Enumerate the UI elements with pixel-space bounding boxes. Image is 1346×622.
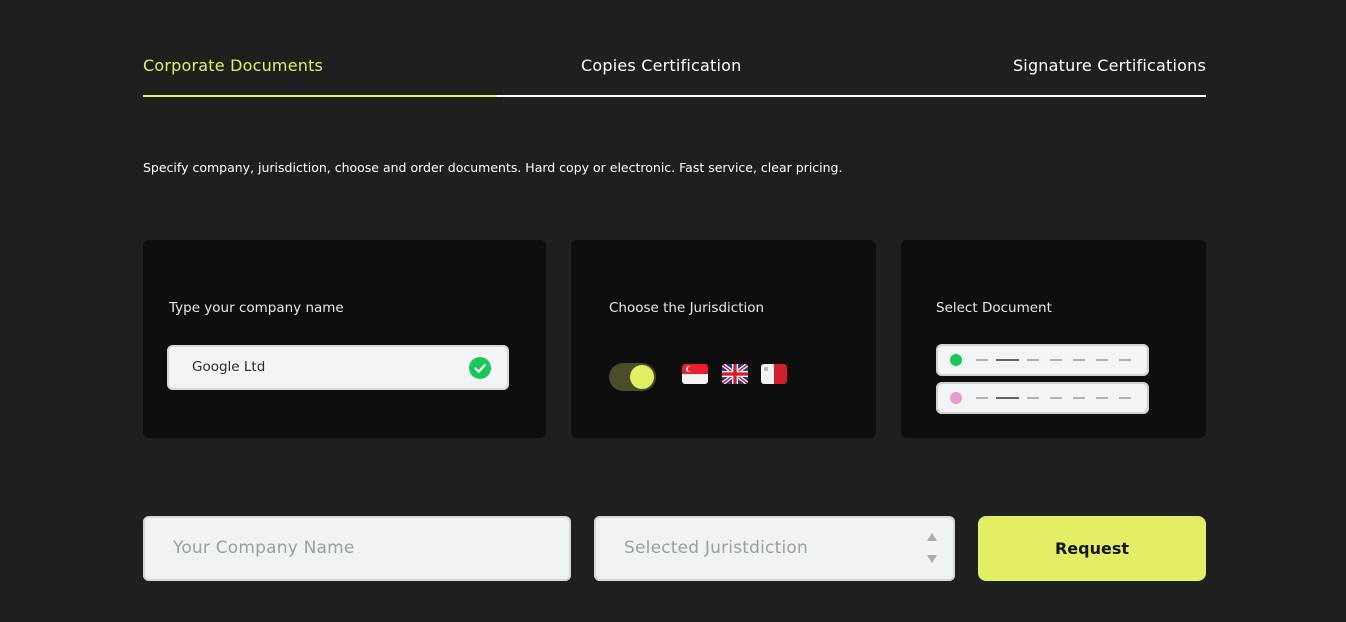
spinner-arrows-icon [927, 533, 937, 563]
company-demo-value: Google Ltd [192, 359, 266, 375]
placeholder-lines [976, 359, 1131, 361]
check-circle-icon [469, 357, 491, 379]
toggle-knob [630, 365, 654, 389]
document-card-title: Select Document [936, 300, 1052, 316]
company-name-input[interactable]: Your Company Name [143, 516, 571, 581]
tab-signature-certifications[interactable]: Signature Certifications [1013, 56, 1206, 75]
uk-flag-icon [722, 364, 748, 384]
request-button[interactable]: Request [978, 516, 1206, 581]
jurisdiction-placeholder: Selected Juristdiction [624, 538, 808, 558]
jurisdiction-card: Choose the Jurisdiction [571, 240, 876, 438]
company-name-placeholder: Your Company Name [173, 538, 355, 558]
tab-corporate-documents[interactable]: Corporate Documents [143, 56, 323, 75]
document-row [936, 382, 1149, 414]
select-document-card: Select Document [901, 240, 1206, 438]
company-name-card: Type your company name Google Ltd [143, 240, 546, 438]
jurisdiction-toggle [609, 363, 656, 391]
jurisdiction-select[interactable]: Selected Juristdiction [594, 516, 955, 581]
pink-dot-icon [950, 392, 962, 404]
green-dot-icon [950, 354, 962, 366]
singapore-flag-icon [682, 364, 708, 384]
company-card-title: Type your company name [169, 300, 344, 316]
malta-flag-icon [761, 364, 787, 384]
tab-bar: Corporate Documents Copies Certification… [143, 48, 1206, 98]
placeholder-lines [976, 397, 1131, 399]
section-description: Specify company, jurisdiction, choose an… [143, 160, 843, 175]
document-row [936, 344, 1149, 376]
tab-copies-certification[interactable]: Copies Certification [581, 56, 741, 75]
tab-active-indicator [143, 95, 497, 97]
company-demo-input: Google Ltd [167, 345, 509, 390]
jurisdiction-card-title: Choose the Jurisdiction [609, 300, 765, 316]
